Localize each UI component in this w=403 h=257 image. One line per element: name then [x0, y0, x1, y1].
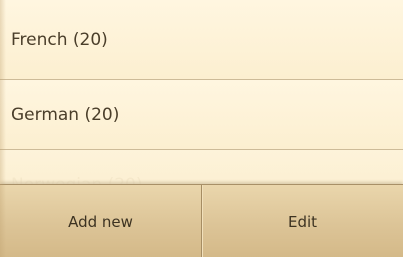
bottom-toolbar: Add new Edit — [0, 184, 403, 257]
list-item-norwegian[interactable]: Norwegian (20) — [0, 150, 403, 186]
list-item-french[interactable]: French (20) — [0, 0, 403, 80]
edit-label: Edit — [287, 212, 318, 231]
list-item-label: French (20) — [11, 29, 108, 50]
language-list: French (20) German (20) Norwegian (20) — [0, 0, 403, 186]
list-item-label: German (20) — [11, 104, 120, 125]
add-new-button[interactable]: Add new — [0, 185, 201, 257]
edit-button[interactable]: Edit — [201, 185, 403, 257]
add-new-label: Add new — [68, 212, 133, 231]
language-screen: French (20) German (20) Norwegian (20) A… — [0, 0, 403, 257]
list-item-german[interactable]: German (20) — [0, 80, 403, 150]
